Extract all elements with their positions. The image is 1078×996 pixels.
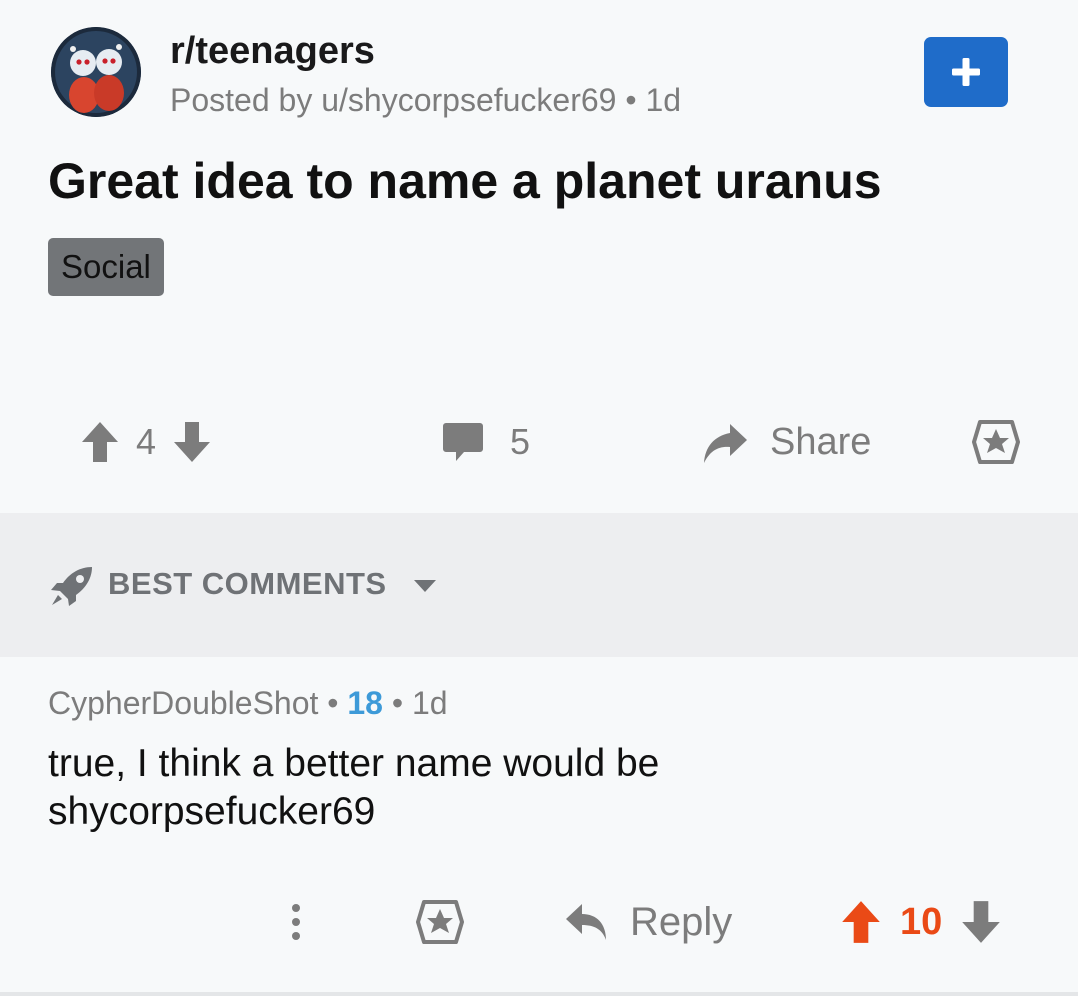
meta-separator: • <box>625 82 646 118</box>
meta-separator: • <box>327 685 348 721</box>
downvote-icon[interactable] <box>960 899 1002 945</box>
comment-body-line: true, I think a better name would be <box>48 742 660 785</box>
award-icon <box>972 420 1020 464</box>
meta-separator: • <box>391 685 412 721</box>
sort-selector[interactable]: BEST COMMENTS <box>108 566 438 602</box>
subreddit-avatar[interactable] <box>51 27 141 117</box>
post-title[interactable]: Great idea to name a planet uranus <box>48 152 882 210</box>
reply-button[interactable]: Reply <box>564 880 732 964</box>
comment-body-line: shycorpsefucker69 <box>48 790 376 833</box>
reply-icon <box>566 904 606 940</box>
upvote-icon[interactable] <box>840 899 882 945</box>
vote-control: 4 <box>80 400 212 484</box>
downvote-icon[interactable] <box>172 420 212 464</box>
comment-author[interactable]: CypherDoubleShot <box>48 685 318 721</box>
share-label: Share <box>770 420 872 463</box>
award-icon <box>416 900 464 944</box>
post-age: 1d <box>645 82 682 118</box>
comment-action-bar: Reply 10 <box>0 880 1078 964</box>
vote-count: 4 <box>136 421 157 462</box>
comment-body: true, I think a better name would be shy… <box>48 740 948 836</box>
share-button[interactable]: Share <box>702 400 871 484</box>
comments-button[interactable]: 5 <box>442 400 546 484</box>
comment-age: 1d <box>411 685 448 721</box>
comment-meta: CypherDoubleShot • 18 • 1d <box>48 685 448 722</box>
rocket-icon <box>51 567 92 606</box>
plus-icon <box>952 58 980 86</box>
upvote-icon[interactable] <box>80 420 120 464</box>
join-button[interactable] <box>924 37 1008 107</box>
share-icon <box>704 424 747 463</box>
post-meta: Posted by u/shycorpsefucker69 • 1d <box>170 82 681 119</box>
award-button[interactable] <box>972 400 1020 484</box>
post-action-bar: 4 5 Share <box>0 400 1078 484</box>
comment-award-button[interactable] <box>416 880 464 964</box>
caret-down-icon <box>413 579 436 592</box>
reply-label: Reply <box>630 899 733 944</box>
post-author[interactable]: Posted by u/shycorpsefucker69 <box>170 82 616 118</box>
comment-count: 5 <box>510 421 531 462</box>
more-options-button[interactable] <box>280 880 312 964</box>
post-flair[interactable]: Social <box>48 238 164 296</box>
divider <box>0 992 1078 996</box>
sort-label: BEST COMMENTS <box>108 566 387 601</box>
comment-vote-count: 10 <box>900 900 943 943</box>
comment-icon <box>443 423 483 461</box>
comment-vote-control: 10 <box>840 880 1002 964</box>
comment-score: 18 <box>347 685 383 721</box>
subreddit-name[interactable]: r/teenagers <box>170 30 375 73</box>
more-icon <box>292 904 300 940</box>
